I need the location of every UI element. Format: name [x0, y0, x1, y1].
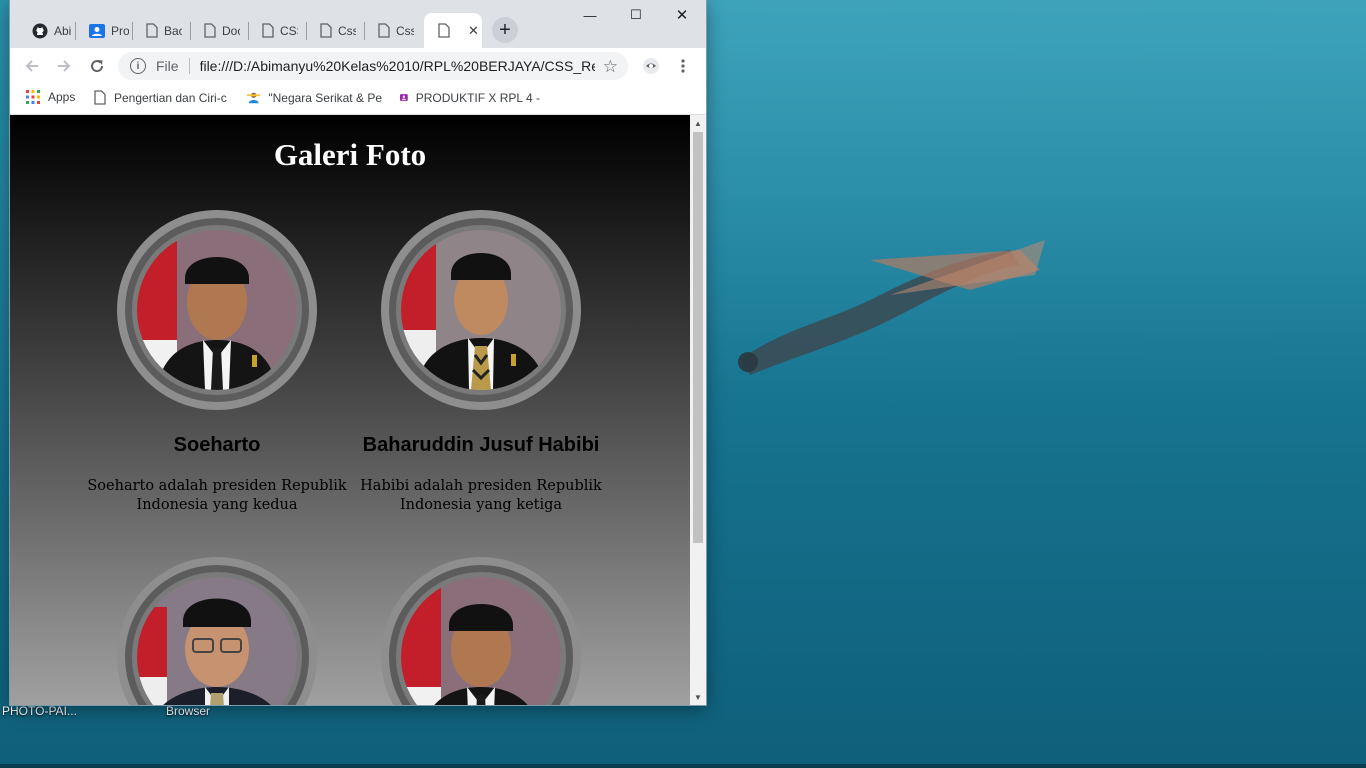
profile-card-icon	[89, 23, 105, 38]
card-name: Baharuddin Jusuf Habibi	[362, 434, 600, 456]
photo-frame	[381, 557, 581, 705]
extension-button[interactable]	[639, 54, 663, 78]
photo-frame	[117, 557, 317, 705]
page-icon	[438, 23, 450, 38]
tab-page[interactable]: Css	[364, 13, 421, 48]
page-icon	[320, 23, 332, 38]
bookmarks-bar: Apps Pengertian dan Ciri-c "Negara Serik…	[10, 84, 706, 115]
github-icon	[32, 23, 48, 38]
portrait-photo	[401, 230, 561, 390]
page-icon	[378, 23, 390, 38]
tab-page[interactable]: Doc	[190, 13, 247, 48]
bookmark-item[interactable]: Pengertian dan Ciri-c	[94, 90, 229, 105]
forward-arrow-icon	[58, 60, 71, 72]
tab-page[interactable]: Css	[306, 13, 363, 48]
bookmark-label: "Negara Serikat & Pe	[268, 90, 382, 105]
reload-button[interactable]	[85, 54, 109, 78]
scrollbar-thumb[interactable]	[693, 132, 703, 543]
bookmark-label: Pengertian dan Ciri-c	[114, 90, 227, 105]
page-icon	[204, 23, 216, 38]
bookmark-item[interactable]: "Negara Serikat & Pe	[247, 90, 382, 105]
back-arrow-icon	[25, 60, 38, 72]
omnibox-separator	[188, 58, 190, 74]
address-bar[interactable]: i File file:///D:/Abimanyu%20Kelas%2010/…	[118, 52, 628, 80]
scroll-down-arrow-icon[interactable]: ▼	[690, 689, 706, 705]
card-description: Habibi adalah presiden Republik Indonesi…	[360, 478, 602, 513]
tab-page[interactable]: Bac	[132, 13, 189, 48]
page-icon	[94, 90, 106, 105]
bookmark-item[interactable]: PRODUKTIF X RPL 4 -	[400, 90, 540, 105]
minimize-button[interactable]: —	[567, 4, 613, 26]
card-description: Soeharto adalah presiden Republik Indone…	[87, 478, 347, 513]
maximize-button[interactable]: ☐	[613, 4, 659, 26]
browser-window: Abi Pro Bac Doc CSS Css Css ✕	[10, 0, 706, 705]
tab-label: Css	[396, 23, 414, 38]
tab-strip: Abi Pro Bac Doc CSS Css Css ✕	[10, 0, 706, 48]
reload-icon	[91, 60, 104, 73]
photo-frame	[117, 210, 317, 410]
portrait-photo	[401, 577, 561, 705]
classroom-icon	[400, 94, 408, 101]
tab-label: CSS	[280, 23, 298, 38]
tab-active[interactable]: ✕	[424, 13, 482, 48]
close-window-button[interactable]: ✕	[659, 4, 705, 26]
tab-label: Css	[338, 23, 356, 38]
bookmark-label: Apps	[48, 90, 76, 104]
extension-icon	[643, 58, 659, 74]
new-tab-button[interactable]: +	[492, 17, 518, 43]
tab-label: Doc	[222, 23, 240, 38]
menu-button[interactable]	[671, 54, 695, 78]
desktop-wallpaper	[706, 0, 1366, 768]
bookmark-apps[interactable]: Apps	[26, 90, 75, 104]
taskbar	[0, 764, 1366, 768]
url-text[interactable]: file:///D:/Abimanyu%20Kelas%2010/RPL%20B…	[200, 58, 595, 74]
desktop-icon-label[interactable]: PHOTO-PAI...	[2, 704, 77, 718]
gallery-card: Baharuddin Jusuf Habibi Habibi adalah pr…	[351, 210, 611, 515]
page-icon	[262, 23, 274, 38]
page-title: Galeri Foto	[273, 137, 427, 172]
tab-github[interactable]: Abi	[18, 13, 75, 48]
gallery-card	[351, 557, 611, 705]
page-icon	[146, 23, 158, 38]
tab-label: Bac	[164, 23, 182, 38]
info-icon[interactable]: i	[130, 58, 146, 74]
teacher-icon	[247, 92, 261, 104]
browser-toolbar: i File file:///D:/Abimanyu%20Kelas%2010/…	[10, 48, 706, 84]
tab-label: Pro	[111, 23, 129, 38]
tab-page[interactable]: CSS	[248, 13, 305, 48]
close-tab-icon[interactable]: ✕	[468, 23, 479, 39]
tab-profile[interactable]: Pro	[75, 13, 132, 48]
page-viewport: Galeri Foto Soeharto Soeharto adalah pre…	[10, 115, 690, 705]
portrait-photo	[137, 230, 297, 390]
forward-button[interactable]	[52, 54, 76, 78]
vertical-scrollbar[interactable]: ▲ ▼	[690, 115, 706, 705]
photo-frame	[381, 210, 581, 410]
back-button[interactable]	[20, 54, 44, 78]
portrait-photo	[137, 577, 297, 705]
scheme-label: File	[156, 58, 179, 74]
gallery-card	[87, 557, 347, 705]
desktop-icon-label[interactable]: Browser	[166, 704, 210, 718]
wallpaper-diver-image	[738, 240, 1045, 375]
kebab-menu-icon	[681, 59, 685, 73]
scroll-up-arrow-icon[interactable]: ▲	[690, 115, 706, 131]
apps-grid-icon	[26, 90, 40, 104]
tab-label: Abi	[54, 23, 72, 38]
bookmark-star-icon[interactable]: ☆	[603, 57, 618, 77]
card-name: Soeharto	[173, 434, 261, 456]
bookmark-label: PRODUKTIF X RPL 4 -	[415, 90, 540, 105]
gallery-card: Soeharto Soeharto adalah presiden Republ…	[87, 210, 347, 515]
